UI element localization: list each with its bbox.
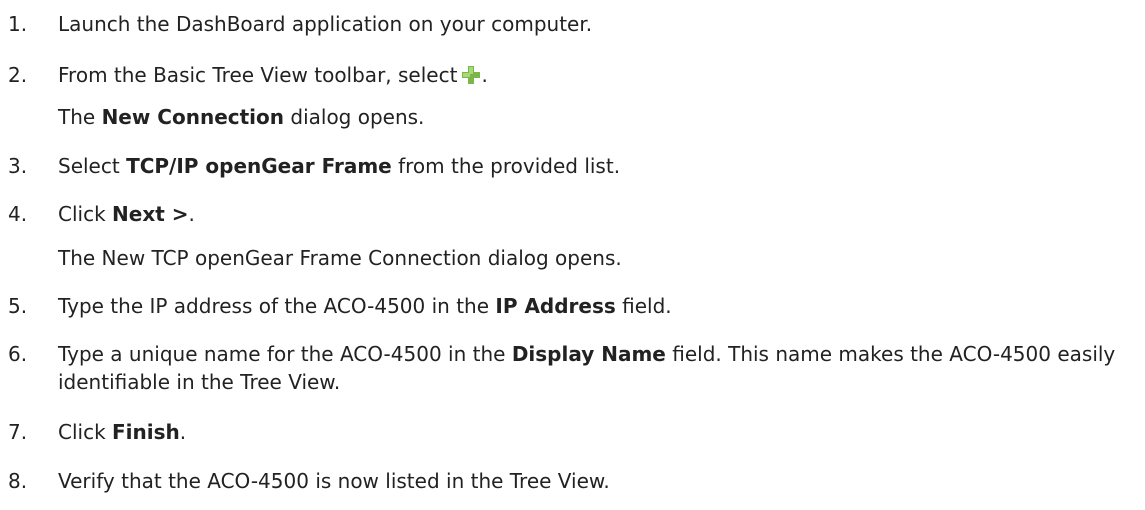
step-number: 8.	[8, 469, 28, 493]
step-number: 7.	[8, 420, 28, 444]
step-number: 1.	[8, 12, 28, 36]
step-text: From the Basic Tree View toolbar, select…	[58, 61, 1138, 89]
step-number: 2.	[8, 63, 28, 87]
note-dialog-name: New Connection	[101, 105, 285, 129]
step-text: Launch the DashBoard application on your…	[58, 12, 593, 36]
step-text-pre: From the Basic Tree View toolbar, select	[58, 63, 458, 87]
ui-term: Finish	[112, 420, 180, 444]
step-text: Click Next >.	[58, 202, 195, 226]
step-text: Type the IP address of the ACO-4500 in t…	[58, 294, 672, 318]
step-text: Verify that the ACO-4500 is now listed i…	[58, 469, 610, 493]
note-pre: The	[58, 105, 102, 129]
ui-term: Next >	[112, 202, 189, 226]
step-text-post: .	[481, 63, 488, 87]
step-text: Click Finish.	[58, 420, 187, 444]
note-post: dialog opens.	[284, 105, 425, 129]
ui-term: TCP/IP openGear Frame	[126, 154, 392, 178]
green-plus-icon	[461, 65, 481, 85]
step-text: Type a unique name for the ACO-4500 in t…	[58, 342, 1116, 394]
step-2-result-note: The New Connection dialog opens.	[58, 103, 424, 131]
step-number: 6.	[8, 342, 28, 366]
ui-term: IP Address	[495, 294, 616, 318]
step-number: 3.	[8, 154, 28, 178]
step-4-result-note: The New TCP openGear Frame Connection di…	[58, 246, 622, 270]
step-number: 5.	[8, 294, 28, 318]
step-text: Select TCP/IP openGear Frame from the pr…	[58, 154, 621, 178]
ui-term: Display Name	[511, 342, 666, 366]
step-number: 4.	[8, 202, 28, 226]
